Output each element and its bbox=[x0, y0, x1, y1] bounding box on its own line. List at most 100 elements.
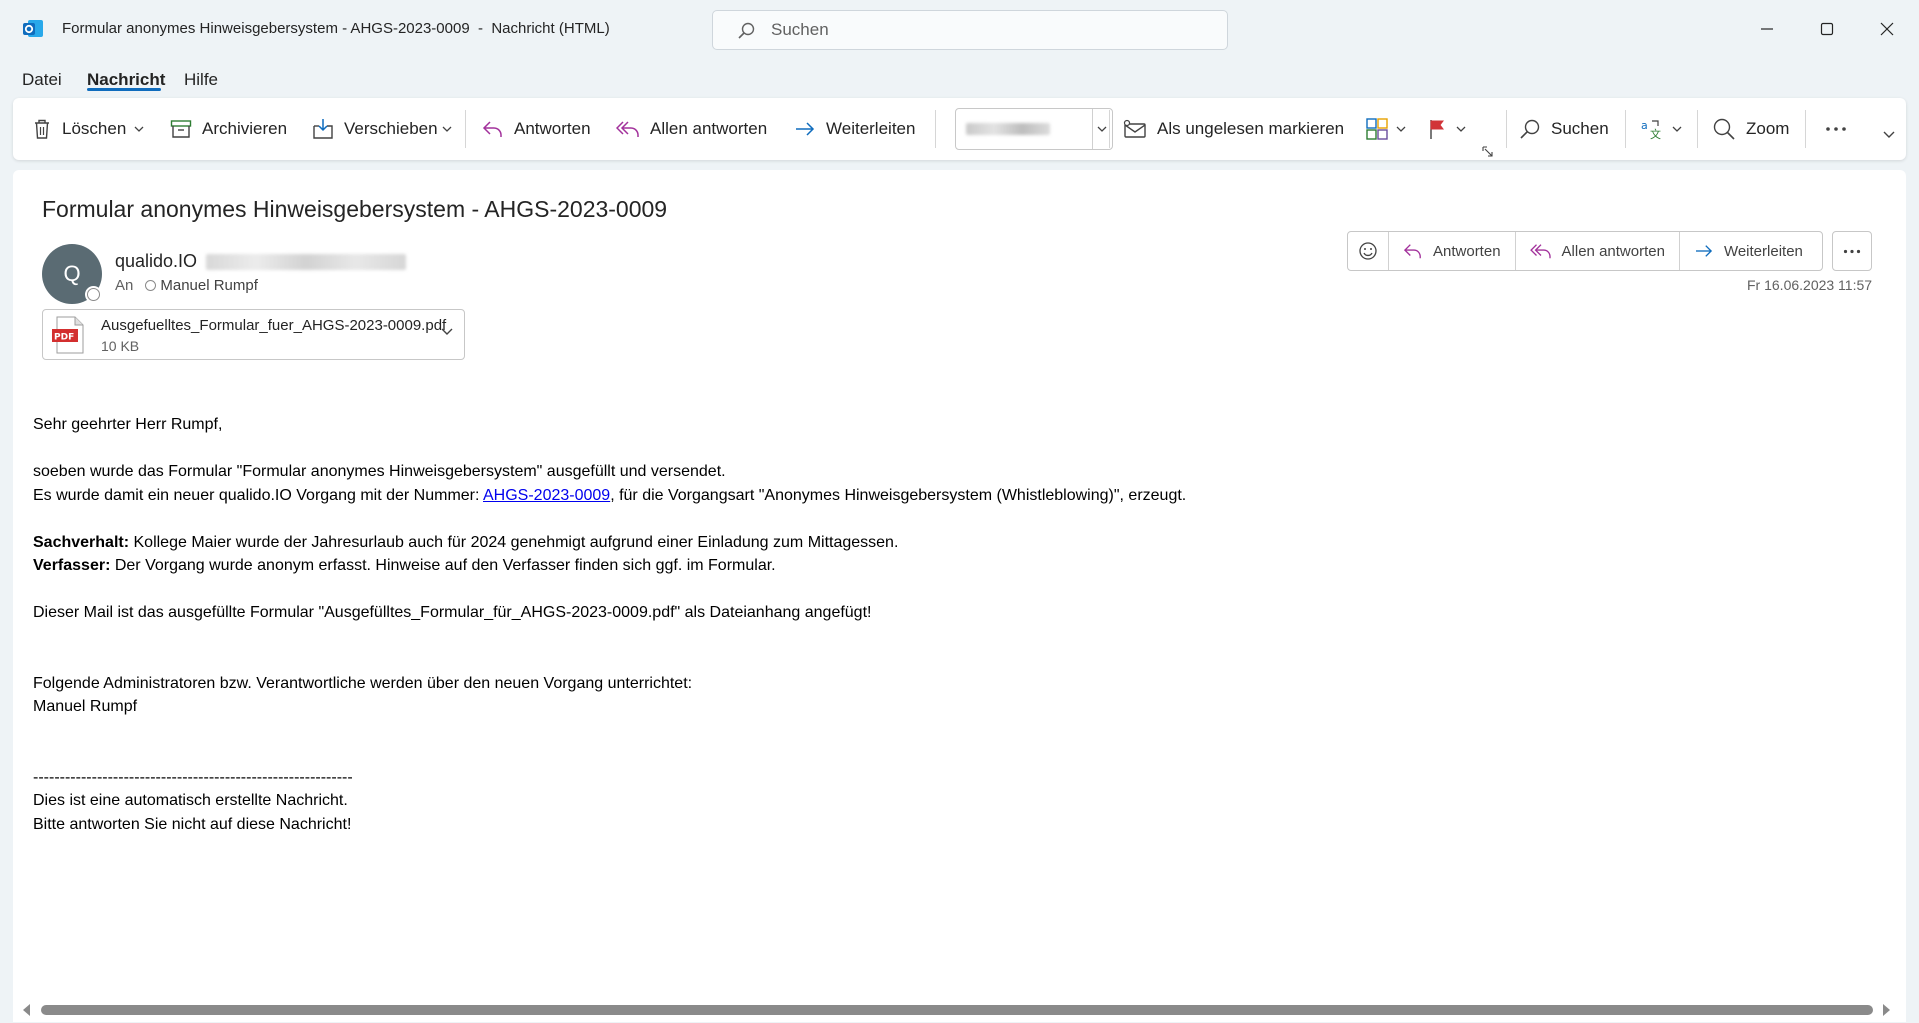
ribbon-separator bbox=[935, 110, 936, 148]
dialog-launcher-icon bbox=[1482, 146, 1493, 157]
reply-all-icon bbox=[616, 121, 639, 137]
admins-intro: Folgende Administratoren bzw. Verantwort… bbox=[33, 674, 693, 692]
close-icon bbox=[1880, 22, 1894, 36]
attachment-size: 10 KB bbox=[101, 338, 140, 354]
inline-forward-label: Weiterleiten bbox=[1723, 242, 1803, 260]
sender-name[interactable]: qualido.IO bbox=[115, 251, 197, 272]
archive-button[interactable]: Archivieren bbox=[170, 112, 287, 146]
search-icon bbox=[1520, 119, 1540, 139]
svg-text:a: a bbox=[1641, 119, 1648, 132]
reply-button[interactable]: Antworten bbox=[482, 112, 591, 146]
chevron-down-icon bbox=[1097, 126, 1107, 132]
flag-icon bbox=[1430, 120, 1444, 139]
expand-ribbon-button[interactable] bbox=[1883, 118, 1895, 152]
more-horizontal-icon bbox=[1843, 249, 1861, 253]
pdf-badge-text: PDF bbox=[54, 333, 74, 343]
footer-line-1: Dies ist eine automatisch erstellte Nach… bbox=[33, 792, 348, 809]
zoom-button[interactable]: Zoom bbox=[1712, 112, 1789, 146]
case-number-link[interactable]: AHGS-2023-0009 bbox=[483, 487, 610, 504]
forward-icon bbox=[796, 122, 815, 136]
window-title: Formular anonymes Hinweisgebersystem - A… bbox=[62, 20, 610, 37]
admins-list: Manuel Rumpf bbox=[33, 698, 138, 715]
attachment-note: Dieser Mail ist das ausgefüllte Formular… bbox=[33, 604, 872, 621]
message-action-bar: Antworten Allen antworten Weiterleiten bbox=[1347, 231, 1823, 271]
translate-icon: a文 bbox=[1641, 119, 1661, 140]
verfasser-label: Verfasser: bbox=[33, 557, 111, 574]
recipient-line: An Manuel Rumpf bbox=[115, 277, 258, 294]
redacted-quick-step bbox=[966, 123, 1050, 135]
body-line-1: soeben wurde das Formular "Formular anon… bbox=[33, 463, 726, 480]
reply-all-icon bbox=[1529, 244, 1551, 259]
reply-all-label: Allen antworten bbox=[650, 119, 768, 138]
verfasser-line: Verfasser: Der Vorgang wurde anonym erfa… bbox=[33, 557, 776, 574]
menu-nachricht[interactable]: Nachricht bbox=[87, 70, 165, 90]
forward-label: Weiterleiten bbox=[826, 119, 916, 138]
chevron-down-icon bbox=[1672, 126, 1682, 132]
ribbon-separator bbox=[1625, 110, 1626, 148]
horizontal-scrollbar[interactable] bbox=[13, 999, 1906, 1021]
sachverhalt-line: Sachverhalt: Kollege Maier wurde der Jah… bbox=[33, 533, 899, 551]
body-line-2: Es wurde damit ein neuer qualido.IO Vorg… bbox=[33, 486, 1187, 504]
mark-unread-label: Als ungelesen markieren bbox=[1157, 119, 1345, 138]
message-more-actions-button[interactable] bbox=[1832, 231, 1872, 271]
move-button[interactable]: Verschieben bbox=[312, 112, 452, 146]
menu-bar: Datei Nachricht Hilfe bbox=[0, 64, 400, 94]
svg-text:文: 文 bbox=[1650, 127, 1661, 140]
attachment-card[interactable]: PDF Ausgefuelltes_Formular_fuer_AHGS-202… bbox=[42, 309, 465, 360]
zoom-label: Zoom bbox=[1746, 119, 1790, 138]
search-icon bbox=[738, 22, 755, 39]
forward-button[interactable]: Weiterleiten bbox=[794, 112, 915, 146]
chevron-down-icon bbox=[1883, 131, 1895, 138]
reply-all-button[interactable]: Allen antworten bbox=[616, 112, 767, 146]
greeting: Sehr geehrter Herr Rumpf, bbox=[33, 416, 223, 433]
inline-reply-button[interactable]: Antworten bbox=[1389, 232, 1516, 270]
more-commands-button[interactable] bbox=[1825, 112, 1847, 146]
inline-reply-all-button[interactable]: Allen antworten bbox=[1516, 232, 1680, 270]
reaction-button[interactable] bbox=[1348, 232, 1389, 270]
minimize-button[interactable] bbox=[1752, 14, 1782, 44]
redacted-sender-email bbox=[206, 254, 406, 270]
move-label: Verschieben bbox=[344, 119, 438, 138]
mark-unread-button[interactable]: Als ungelesen markieren bbox=[1123, 112, 1344, 146]
separator-line: ----------------------------------------… bbox=[33, 768, 353, 786]
chevron-down-icon bbox=[134, 126, 144, 132]
scroll-left-arrow[interactable] bbox=[23, 1004, 30, 1016]
follow-up-flag-button[interactable] bbox=[1428, 112, 1466, 146]
search-input[interactable] bbox=[771, 19, 1171, 41]
ribbon-search-button[interactable]: Suchen bbox=[1519, 112, 1609, 146]
maximize-icon bbox=[1820, 22, 1834, 36]
active-tab-indicator bbox=[87, 88, 161, 91]
inline-reply-all-label: Allen antworten bbox=[1561, 242, 1665, 260]
search-box[interactable] bbox=[712, 10, 1228, 50]
more-horizontal-icon bbox=[1826, 127, 1846, 131]
maximize-button[interactable] bbox=[1812, 14, 1842, 44]
presence-indicator bbox=[85, 286, 102, 303]
scrollbar-thumb[interactable] bbox=[41, 1005, 1873, 1015]
chevron-down-icon bbox=[442, 126, 452, 132]
close-button[interactable] bbox=[1872, 14, 1902, 44]
ribbon-separator bbox=[1697, 110, 1698, 148]
chevron-down-icon[interactable] bbox=[441, 328, 453, 336]
recipient-presence-icon bbox=[145, 280, 157, 291]
reply-icon bbox=[482, 121, 502, 137]
attachment-name: Ausgefuelltes_Formular_fuer_AHGS-2023-00… bbox=[101, 317, 447, 334]
zoom-icon bbox=[1713, 118, 1735, 140]
pdf-file-icon: PDF bbox=[52, 316, 84, 354]
recipient-name[interactable]: Manuel Rumpf bbox=[160, 277, 258, 294]
message-subject: Formular anonymes Hinweisgebersystem - A… bbox=[42, 196, 668, 222]
inline-reply-label: Antworten bbox=[1433, 242, 1501, 260]
scroll-right-arrow[interactable] bbox=[1883, 1004, 1890, 1016]
inline-forward-button[interactable]: Weiterleiten bbox=[1680, 232, 1817, 270]
menu-hilfe[interactable]: Hilfe bbox=[184, 70, 218, 90]
to-label: An bbox=[115, 277, 134, 294]
archive-icon bbox=[170, 120, 192, 138]
categorize-icon bbox=[1366, 118, 1388, 140]
chevron-down-icon bbox=[1396, 126, 1406, 132]
delete-button[interactable]: Löschen bbox=[32, 112, 144, 146]
quick-steps-dropdown[interactable] bbox=[955, 108, 1113, 150]
tags-dialog-launcher[interactable] bbox=[1481, 134, 1493, 168]
title-bar: Formular anonymes Hinweisgebersystem - A… bbox=[0, 0, 1919, 58]
menu-datei[interactable]: Datei bbox=[22, 70, 62, 90]
categorize-button[interactable] bbox=[1366, 112, 1406, 146]
translate-button[interactable]: a文 bbox=[1640, 112, 1682, 146]
